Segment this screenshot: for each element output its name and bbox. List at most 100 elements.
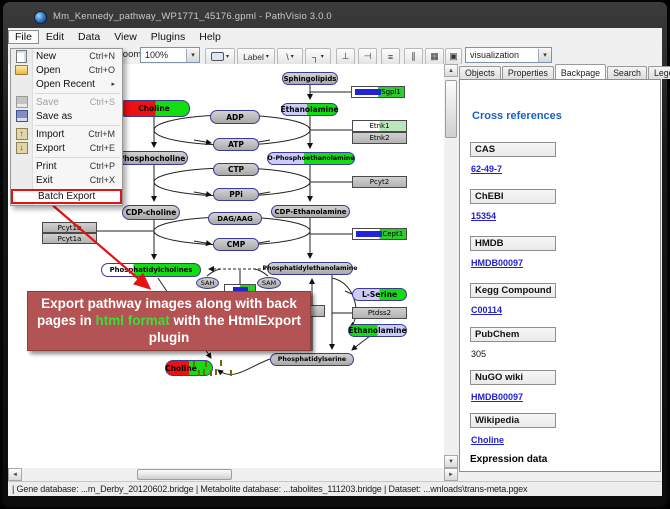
gene-box-etnk2[interactable]: Etnk2 — [352, 132, 407, 144]
node-sah[interactable]: SAH — [196, 277, 219, 289]
menu-file[interactable]: File — [8, 30, 39, 44]
common-size-button[interactable]: ▦ — [425, 48, 444, 65]
menu-item-export[interactable]: ↓ Export Ctrl+E — [11, 141, 122, 155]
tab-backpage[interactable]: Backpage — [555, 64, 606, 79]
visualization-combobox[interactable]: visualization ▾ — [465, 47, 552, 63]
selection-handle[interactable] — [230, 370, 232, 376]
annotation-callout: Export pathway images along with back pa… — [27, 291, 311, 351]
gene-box-cept1[interactable]: Cept1 — [352, 228, 407, 240]
side-panel: Objects Properties Backpage Search Legen… — [458, 64, 662, 481]
selection-handle[interactable] — [215, 369, 217, 375]
menu-item-open-recent[interactable]: Open Recent ▸ — [11, 77, 122, 91]
scroll-left-button[interactable]: ◄ — [8, 468, 22, 481]
canvas-horizontal-scrollbar[interactable]: ◄ ► — [8, 468, 458, 481]
menu-item-batch-export[interactable]: Batch Export — [11, 189, 122, 204]
scroll-up-button[interactable]: ▲ — [444, 64, 458, 77]
menu-item-save[interactable]: Save Ctrl+S — [11, 95, 122, 109]
gene-box-sgpl1[interactable]: Sgpl1 — [351, 86, 405, 98]
tab-search[interactable]: Search — [607, 66, 647, 79]
gene-box-etnk1[interactable]: Etnk1 — [352, 120, 407, 132]
menu-item-open[interactable]: Open Ctrl+O — [11, 63, 122, 77]
menu-item-save-as[interactable]: Save as — [11, 109, 122, 123]
section-header-kegg: Kegg Compound — [470, 283, 556, 298]
menu-data[interactable]: Data — [71, 30, 107, 44]
gene-box-ptdss2[interactable]: Ptdss2 — [352, 307, 407, 319]
selection-handle[interactable] — [198, 370, 200, 376]
node-choline[interactable]: Choline — [118, 100, 190, 117]
menu-edit[interactable]: Edit — [39, 30, 71, 44]
node-sphingolipids[interactable]: Sphingolipids — [282, 72, 338, 85]
align-horizontal-button[interactable]: ⊥ — [336, 48, 355, 65]
tab-objects[interactable]: Objects — [459, 66, 501, 79]
node-cmp[interactable]: CMP — [213, 238, 259, 251]
dropdown-arrow-icon: ▾ — [291, 53, 294, 60]
node-ethanolamine-top[interactable]: Ethanolamine — [281, 103, 338, 116]
group-button[interactable]: ▣ — [445, 48, 462, 65]
scrollbar-thumb[interactable] — [445, 80, 457, 138]
section-header-wikipedia: Wikipedia — [470, 413, 556, 428]
hmdb-link[interactable]: HMDB00097 — [471, 258, 523, 268]
datanode-tool-button[interactable]: ▾ — [205, 48, 235, 65]
combo-arrow-icon[interactable]: ▾ — [186, 49, 199, 62]
import-icon: ↑ — [15, 129, 28, 140]
node-phosphocholine[interactable]: Phosphocholine — [116, 151, 188, 165]
selection-handle[interactable] — [210, 370, 212, 376]
node-ctp[interactable]: CTP — [213, 163, 259, 176]
kegg-link[interactable]: C00114 — [471, 305, 502, 315]
menu-bar: File Edit Data View Plugins Help — [8, 28, 662, 45]
menu-item-import[interactable]: ↑ Import Ctrl+M — [11, 127, 122, 141]
save-icon — [15, 97, 28, 108]
tab-legend[interactable]: Legend — [648, 66, 670, 79]
connector-tool-button[interactable]: ┐ ▾ — [305, 48, 331, 65]
node-cdp-ethanolamine[interactable]: CDP-Ethanolamine — [271, 205, 350, 218]
canvas-vertical-scrollbar[interactable]: ▲ ▼ — [444, 64, 458, 468]
gene-box-pcyt2[interactable]: Pcyt2 — [352, 176, 407, 188]
selection-handle[interactable] — [193, 361, 195, 367]
scroll-right-button[interactable]: ► — [444, 468, 458, 481]
selection-handle[interactable] — [220, 360, 222, 366]
node-ethanolamine-bottom[interactable]: Ethanolamine — [348, 324, 407, 337]
menu-item-exit[interactable]: Exit Ctrl+X — [11, 173, 122, 187]
node-adp[interactable]: ADP — [210, 110, 260, 124]
new-file-icon — [15, 51, 28, 62]
node-phosphatidylethanolamine[interactable]: Phosphatidylethanolamine — [267, 262, 353, 275]
gene-box-pcyt1b[interactable]: Pcyt1b — [42, 222, 97, 233]
wikipedia-link[interactable]: Choline — [471, 435, 504, 445]
selection-handle[interactable] — [203, 369, 205, 375]
menu-item-print[interactable]: Print Ctrl+P — [11, 159, 122, 173]
line-tool-button[interactable]: \ ▾ — [277, 48, 303, 65]
node-phosphatidylserine[interactable]: Phosphatidylserine — [270, 353, 354, 366]
stack-vertical-button[interactable]: ∥ — [404, 48, 423, 65]
nugo-link[interactable]: HMDB00097 — [471, 392, 523, 402]
cas-link[interactable]: 62-49-7 — [471, 164, 502, 174]
dropdown-arrow-icon: ▾ — [266, 53, 269, 60]
tab-properties[interactable]: Properties — [502, 66, 554, 79]
chebi-link[interactable]: 15354 — [471, 211, 496, 221]
combo-arrow-icon[interactable]: ▾ — [538, 49, 551, 62]
menu-plugins[interactable]: Plugins — [144, 30, 192, 44]
node-sam[interactable]: SAM — [257, 277, 281, 289]
node-l-serine[interactable]: L-Serine — [352, 288, 407, 301]
zoom-combobox[interactable]: 100% ▾ — [140, 47, 200, 63]
section-header-pubchem: PubChem — [470, 327, 556, 342]
node-o-phosphoethanolamine[interactable]: O-Phosphoethanolamine — [267, 152, 355, 165]
label-tool-button[interactable]: Label ▾ — [237, 48, 275, 65]
node-atp[interactable]: ATP — [213, 138, 259, 151]
gene-box-pcyt1a[interactable]: Pcyt1a — [42, 233, 97, 244]
scrollbar-thumb[interactable] — [137, 469, 232, 480]
node-ppi[interactable]: PPi — [213, 188, 259, 201]
node-choline-selected[interactable]: Choline — [165, 360, 213, 376]
node-phosphatidylcholines[interactable]: Phosphatidylcholines — [101, 263, 201, 277]
align-vertical-button[interactable]: ⊣ — [358, 48, 377, 65]
scroll-down-button[interactable]: ▼ — [444, 455, 458, 468]
line-icon: \ — [286, 52, 289, 62]
group-icon: ▣ — [449, 51, 458, 62]
node-dag-aag[interactable]: DAG/AAG — [208, 212, 262, 225]
dropdown-arrow-icon: ▾ — [226, 53, 229, 60]
stack-horizontal-button[interactable]: ≡ — [381, 48, 400, 65]
menu-view[interactable]: View — [107, 30, 144, 44]
menu-help[interactable]: Help — [192, 30, 228, 44]
selection-handle[interactable] — [205, 361, 207, 367]
node-cdp-choline[interactable]: CDP-choline — [122, 205, 180, 220]
menu-item-new[interactable]: New Ctrl+N — [11, 49, 122, 63]
